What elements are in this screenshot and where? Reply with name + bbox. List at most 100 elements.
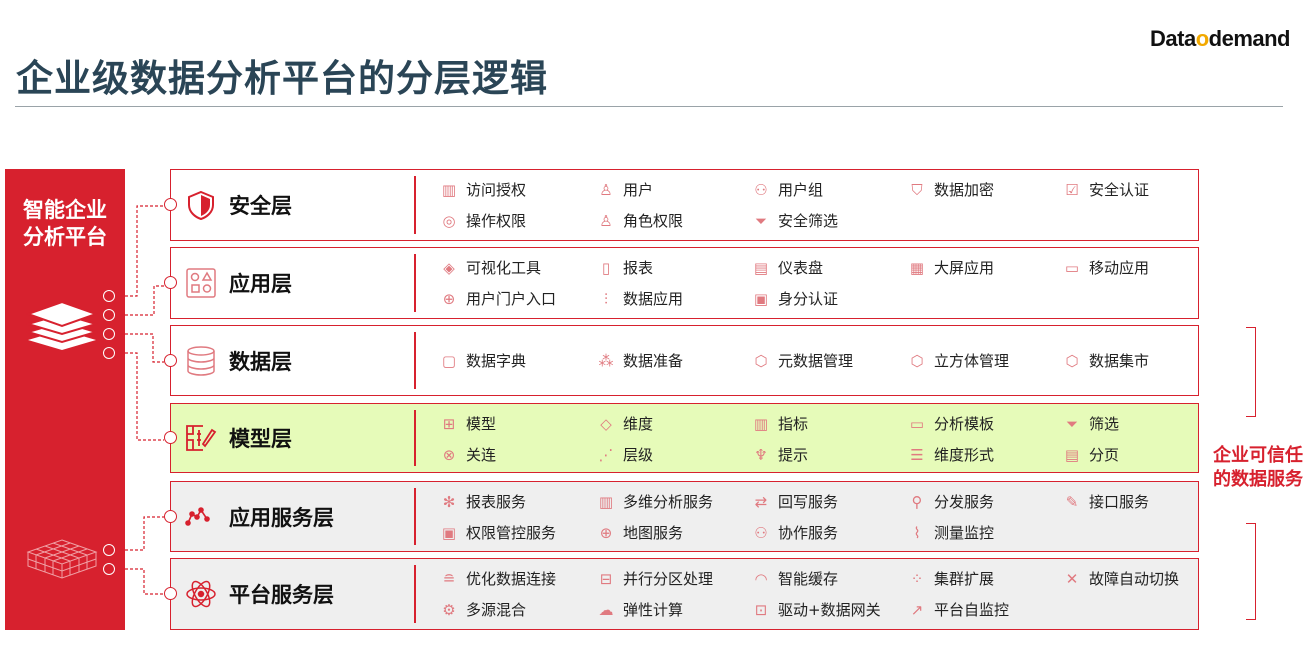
partition-icon: ⊟: [599, 569, 613, 588]
layer-item-label: 地图服务: [623, 524, 684, 542]
cube-icon: ⬡: [1065, 351, 1079, 370]
cube-icon: ⬡: [754, 351, 768, 370]
layer-item[interactable]: ▥ 访问授权: [439, 179, 526, 200]
shield-icon: ⛉: [911, 180, 923, 199]
layer-item[interactable]: ☰ 维度形式: [907, 444, 994, 465]
layer-item-label: 身分认证: [778, 290, 839, 308]
swap-icon: ⇄: [754, 492, 768, 511]
layer-item-label: 用户门户入口: [466, 290, 557, 308]
layer-item-label: 仪表盘: [778, 259, 824, 277]
layer-item[interactable]: ✎ 接口服务: [1062, 491, 1149, 512]
bracket-top: [1246, 327, 1256, 417]
connector-node: [103, 328, 115, 340]
bracket-bottom: [1246, 523, 1256, 620]
layer-item[interactable]: ☑ 安全认证: [1062, 179, 1149, 200]
layer-item[interactable]: ▦ 大屏应用: [907, 257, 994, 278]
layer-item-label: 协作服务: [778, 524, 839, 542]
layer-item[interactable]: ♙ 用户: [596, 179, 653, 200]
layer-item-label: 智能缓存: [778, 570, 839, 588]
layer-item-label: 集群扩展: [934, 570, 995, 588]
layer-item[interactable]: ◎ 操作权限: [439, 210, 526, 231]
layer-item[interactable]: ⏷ 筛选: [1062, 413, 1119, 434]
chart-icon: ▥: [441, 180, 457, 199]
layer-item[interactable]: ⁂ 数据准备: [596, 350, 684, 371]
layer-item[interactable]: ⏷ 安全筛选: [751, 210, 838, 231]
layer-item[interactable]: ⊟ 并行分区处理: [596, 568, 713, 589]
layer-item[interactable]: ▤ 分页: [1062, 444, 1119, 465]
layer-item-label: 多维分析服务: [623, 493, 714, 511]
row-divider: [414, 565, 416, 623]
layer-item[interactable]: ▥ 指标: [751, 413, 808, 434]
layer-item[interactable]: ✕ 故障自动切换: [1062, 568, 1179, 589]
cloud-icon: ☁: [598, 600, 614, 619]
layer-item[interactable]: ◇ 维度: [596, 413, 653, 434]
layer-item-label: 指标: [778, 415, 809, 433]
layer-item[interactable]: ▭ 移动应用: [1062, 257, 1149, 278]
connector-node: [103, 563, 115, 575]
layer-item[interactable]: ⊕ 地图服务: [596, 522, 683, 543]
layer-item[interactable]: ⛉ 数据加密: [907, 179, 994, 200]
layer-item[interactable]: ⫶ 数据应用: [596, 288, 683, 309]
layer-item[interactable]: ⋰ 层级: [596, 444, 654, 465]
screen-icon: ▦: [909, 258, 925, 277]
layer-item[interactable]: ✻ 报表服务: [439, 491, 526, 512]
row-divider: [414, 488, 416, 545]
share-icon: ⚲: [911, 492, 923, 511]
layer-item[interactable]: ⚇ 用户组: [751, 179, 823, 200]
book-icon: ▢: [441, 351, 457, 370]
layer-item[interactable]: ◈ 可视化工具: [439, 257, 541, 278]
layer-item[interactable]: ⌇ 测量监控: [907, 522, 994, 543]
layer-item-label: 大屏应用: [934, 259, 995, 277]
layer-item[interactable]: ⁘ 集群扩展: [907, 568, 994, 589]
layer-item-label: 数据应用: [623, 290, 684, 308]
layer-item-label: 测量监控: [934, 524, 995, 542]
layer-row-3: 数据层 ▢ 数据字典 ⁂ 数据准备 ⬡ 元数据管理 ⬡ 立方体管理 ⬡ 数据集市: [170, 325, 1199, 396]
layer-item[interactable]: ⇄ 回写服务: [751, 491, 838, 512]
layer-item[interactable]: ☁ 弹性计算: [596, 599, 684, 620]
layer-row-5: 应用服务层 ✻ 报表服务 ▥ 多维分析服务 ⇄ 回写服务 ⚲ 分发服务 ✎ 接口服务 ▣ 权限管控服务…: [170, 481, 1199, 552]
layer-item-label: 维度形式: [934, 446, 995, 464]
layer-item[interactable]: ⊕ 用户门户入口: [439, 288, 556, 309]
layer-item-label: 模型: [466, 415, 497, 433]
layer-item-label: 数据准备: [623, 352, 684, 370]
layer-item[interactable]: ▣ 身分认证: [751, 288, 838, 309]
layer-item[interactable]: ⚲ 分发服务: [907, 491, 995, 512]
layer-item[interactable]: ▤ 仪表盘: [751, 257, 823, 278]
layer-item[interactable]: ⊗ 关连: [439, 444, 496, 465]
layer-item[interactable]: ▥ 多维分析服务: [596, 491, 713, 512]
layer-item[interactable]: ⚇ 协作服务: [751, 522, 838, 543]
layer-item-label: 访问授权: [466, 181, 527, 199]
layer-item[interactable]: ⊡ 驱动+数据网关: [751, 599, 881, 620]
layer-row-2: 应用层 ◈ 可视化工具 ▯ 报表 ▤ 仪表盘 ▦ 大屏应用 ▭ 移动应用 ⊕ 用户门户入口 ⫶ 数据应用 ▣…: [170, 247, 1199, 319]
layer-name: 模型层: [229, 427, 292, 451]
layer-item[interactable]: ▯ 报表: [596, 257, 653, 278]
gears-icon: ⚙: [442, 600, 456, 619]
layer-item-label: 角色权限: [623, 212, 684, 230]
layer-item[interactable]: ▢ 数据字典: [439, 350, 526, 371]
layer-item[interactable]: ⬡ 立方体管理: [907, 350, 1009, 371]
model-icon: ⊞: [442, 414, 456, 433]
layer-item[interactable]: ⚙ 多源混合: [439, 599, 526, 620]
layer-row-1: 安全层 ▥ 访问授权 ♙ 用户 ⚇ 用户组 ⛉ 数据加密 ☑ 安全认证 ◎ 操作权限 ♙ 角色权限 ⏷ 安全筛…: [170, 169, 1199, 241]
layer-item[interactable]: ▭ 分析模板: [907, 413, 994, 434]
layer-item-label: 回写服务: [778, 493, 839, 511]
layer-item[interactable]: ⊞ 模型: [439, 413, 496, 434]
layer-item[interactable]: ↗ 平台自监控: [907, 599, 1009, 620]
layer-item[interactable]: ◠ 智能缓存: [751, 568, 838, 589]
layer-item[interactable]: ≘ 优化数据连接: [439, 568, 556, 589]
row-connector-node: [164, 353, 177, 367]
layer-item[interactable]: ▣ 权限管控服务: [439, 522, 556, 543]
model-edit-icon: [185, 422, 217, 454]
title-divider: [15, 106, 1283, 107]
globe-icon: ⊕: [442, 289, 456, 308]
metric-icon: ▥: [753, 414, 769, 433]
layer-item[interactable]: ♆ 提示: [751, 444, 808, 465]
layer-item[interactable]: ⬡ 数据集市: [1062, 350, 1149, 371]
layer-item-label: 分发服务: [934, 493, 995, 511]
team-icon: ⚇: [754, 523, 768, 542]
layer-name: 数据层: [229, 349, 292, 374]
layer-item[interactable]: ⬡ 元数据管理: [751, 350, 853, 371]
layer-name: 应用服务层: [229, 505, 334, 530]
hierarchy-icon: ⋰: [598, 445, 614, 464]
layer-item[interactable]: ♙ 角色权限: [596, 210, 683, 231]
